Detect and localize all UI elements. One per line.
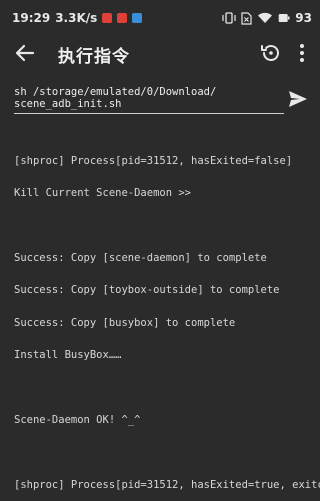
wifi-icon xyxy=(258,12,273,23)
vibrate-icon xyxy=(222,12,236,24)
command-line: scene_adb_init.sh xyxy=(14,98,122,110)
output-line: Success: Copy [toybox-outside] to comple… xyxy=(14,284,280,297)
send-icon[interactable] xyxy=(288,90,308,108)
output-line: Success: Copy [scene-daemon] to complete xyxy=(14,251,267,264)
output-line: Scene-Daemon OK! ^_^ xyxy=(14,413,141,426)
command-line: sh /storage/emulated/0/Download/ xyxy=(14,86,217,98)
battery-icon xyxy=(278,14,290,22)
arrow-left-icon[interactable] xyxy=(12,40,36,66)
more-vertical-icon[interactable] xyxy=(294,40,310,66)
app-notification-icon xyxy=(117,13,128,23)
app-notification-icon xyxy=(132,13,143,23)
output-line: Install BusyBox…… xyxy=(14,348,122,361)
page-title: 执行指令 xyxy=(58,47,130,67)
status-bar: 19:29 3.3K/s 93 xyxy=(0,0,320,36)
output-line: [shproc] Process[pid=31512, hasExited=tr… xyxy=(14,478,320,491)
status-time: 19:29 xyxy=(12,11,51,25)
command-input[interactable]: sh /storage/emulated/0/Download/scene_ad… xyxy=(14,86,284,114)
status-right: 93 xyxy=(222,11,312,25)
sim-x-icon xyxy=(241,11,252,25)
output-line: Kill Current Scene-Daemon >> xyxy=(14,186,192,199)
status-left: 19:29 3.3K/s xyxy=(12,11,143,25)
command-output: [shproc] Process[pid=31512, hasExited=fa… xyxy=(14,134,320,501)
battery-level: 93 xyxy=(295,11,312,25)
output-line: Success: Copy [busybox] to complete xyxy=(14,316,236,329)
command-input-area: sh /storage/emulated/0/Download/scene_ad… xyxy=(14,86,284,114)
output-line: [shproc] Process[pid=31512, hasExited=fa… xyxy=(14,154,293,167)
network-speed: 3.3K/s xyxy=(55,11,98,25)
app-notification-icon xyxy=(102,13,113,23)
toolbar: 执行指令 xyxy=(0,36,320,72)
history-icon[interactable] xyxy=(258,40,284,66)
